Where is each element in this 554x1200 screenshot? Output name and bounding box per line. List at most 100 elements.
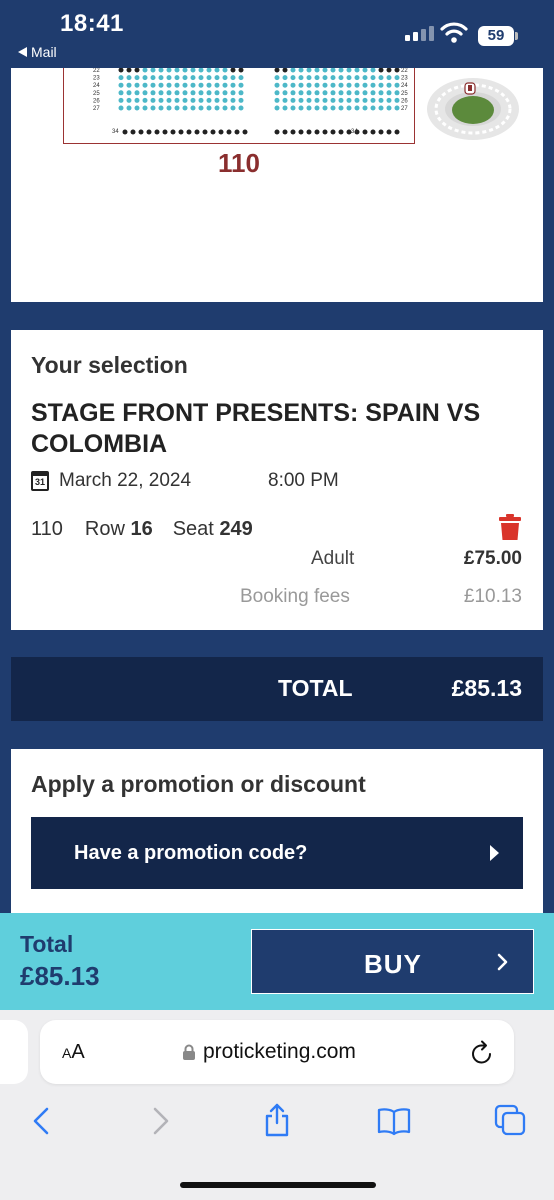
back-arrow-icon[interactable] [30, 1106, 52, 1136]
seat[interactable] [330, 90, 336, 96]
reload-icon[interactable] [470, 1039, 494, 1065]
seat[interactable] [306, 105, 312, 111]
seat[interactable] [298, 90, 304, 96]
seat[interactable] [142, 97, 148, 103]
seat[interactable] [306, 75, 312, 81]
seat[interactable] [274, 90, 280, 96]
seat[interactable] [298, 129, 304, 135]
seat[interactable] [158, 105, 164, 111]
seat[interactable] [166, 97, 172, 103]
seat[interactable] [158, 68, 164, 73]
seat[interactable] [330, 129, 336, 135]
seat[interactable] [394, 90, 400, 96]
seat[interactable] [354, 90, 360, 96]
seat[interactable] [290, 82, 296, 88]
seat[interactable] [182, 82, 188, 88]
seat[interactable] [222, 97, 228, 103]
seat[interactable] [394, 75, 400, 81]
seat[interactable] [306, 97, 312, 103]
seat[interactable] [214, 105, 220, 111]
seat[interactable] [370, 68, 376, 73]
seat[interactable] [214, 68, 220, 73]
seat[interactable] [206, 82, 212, 88]
seat[interactable] [394, 129, 400, 135]
seat[interactable] [206, 68, 212, 73]
seat[interactable] [306, 68, 312, 73]
seat[interactable] [274, 97, 280, 103]
seat[interactable] [198, 75, 204, 81]
seat[interactable] [386, 90, 392, 96]
seat[interactable] [354, 105, 360, 111]
seat[interactable] [198, 68, 204, 73]
seat[interactable] [290, 75, 296, 81]
seat[interactable] [230, 68, 236, 73]
seat[interactable] [214, 97, 220, 103]
seat[interactable] [314, 129, 320, 135]
seat[interactable] [158, 82, 164, 88]
seat[interactable] [306, 129, 312, 135]
seat[interactable] [282, 82, 288, 88]
seat[interactable] [134, 105, 140, 111]
seat[interactable] [142, 75, 148, 81]
seat[interactable] [370, 90, 376, 96]
seat[interactable] [330, 82, 336, 88]
seat[interactable] [322, 105, 328, 111]
seat[interactable] [338, 105, 344, 111]
seat[interactable] [362, 68, 368, 73]
seat[interactable] [338, 97, 344, 103]
seat[interactable] [370, 129, 376, 135]
seat[interactable] [378, 105, 384, 111]
seat[interactable] [162, 129, 168, 135]
seat[interactable] [322, 97, 328, 103]
seat[interactable] [198, 97, 204, 103]
seat[interactable] [142, 82, 148, 88]
buy-button[interactable]: BUY [251, 929, 534, 994]
seat[interactable] [214, 82, 220, 88]
seat[interactable] [298, 97, 304, 103]
seat[interactable] [338, 82, 344, 88]
seat[interactable] [122, 129, 128, 135]
seat[interactable] [394, 82, 400, 88]
seat[interactable] [166, 75, 172, 81]
seat[interactable] [222, 105, 228, 111]
seat[interactable] [314, 97, 320, 103]
seat[interactable] [126, 105, 132, 111]
seat[interactable] [322, 68, 328, 73]
seat[interactable] [362, 129, 368, 135]
seat[interactable] [330, 75, 336, 81]
seat[interactable] [118, 105, 124, 111]
trash-icon[interactable] [499, 514, 521, 540]
seat[interactable] [238, 68, 244, 73]
seat[interactable] [230, 82, 236, 88]
seat[interactable] [190, 105, 196, 111]
seat[interactable] [306, 90, 312, 96]
seat[interactable] [138, 129, 144, 135]
seat[interactable] [206, 90, 212, 96]
seat[interactable] [346, 75, 352, 81]
seat[interactable] [222, 68, 228, 73]
seat[interactable] [354, 97, 360, 103]
seat[interactable] [354, 75, 360, 81]
seat[interactable] [150, 68, 156, 73]
seat[interactable] [298, 105, 304, 111]
seat[interactable] [190, 68, 196, 73]
address-bar[interactable]: AA proticketing.com [40, 1020, 514, 1084]
seat[interactable] [226, 129, 232, 135]
seat[interactable] [386, 129, 392, 135]
seat[interactable] [126, 68, 132, 73]
seat[interactable] [210, 129, 216, 135]
seat[interactable] [150, 97, 156, 103]
seat[interactable] [238, 82, 244, 88]
seat[interactable] [170, 129, 176, 135]
seat[interactable] [274, 75, 280, 81]
seat[interactable] [346, 90, 352, 96]
seat[interactable] [322, 82, 328, 88]
tabs-icon[interactable] [494, 1104, 528, 1138]
seat[interactable] [202, 129, 208, 135]
seat[interactable] [190, 90, 196, 96]
seat[interactable] [274, 129, 280, 135]
seat[interactable] [346, 105, 352, 111]
seat[interactable] [126, 75, 132, 81]
seat[interactable] [206, 105, 212, 111]
seat[interactable] [378, 129, 384, 135]
